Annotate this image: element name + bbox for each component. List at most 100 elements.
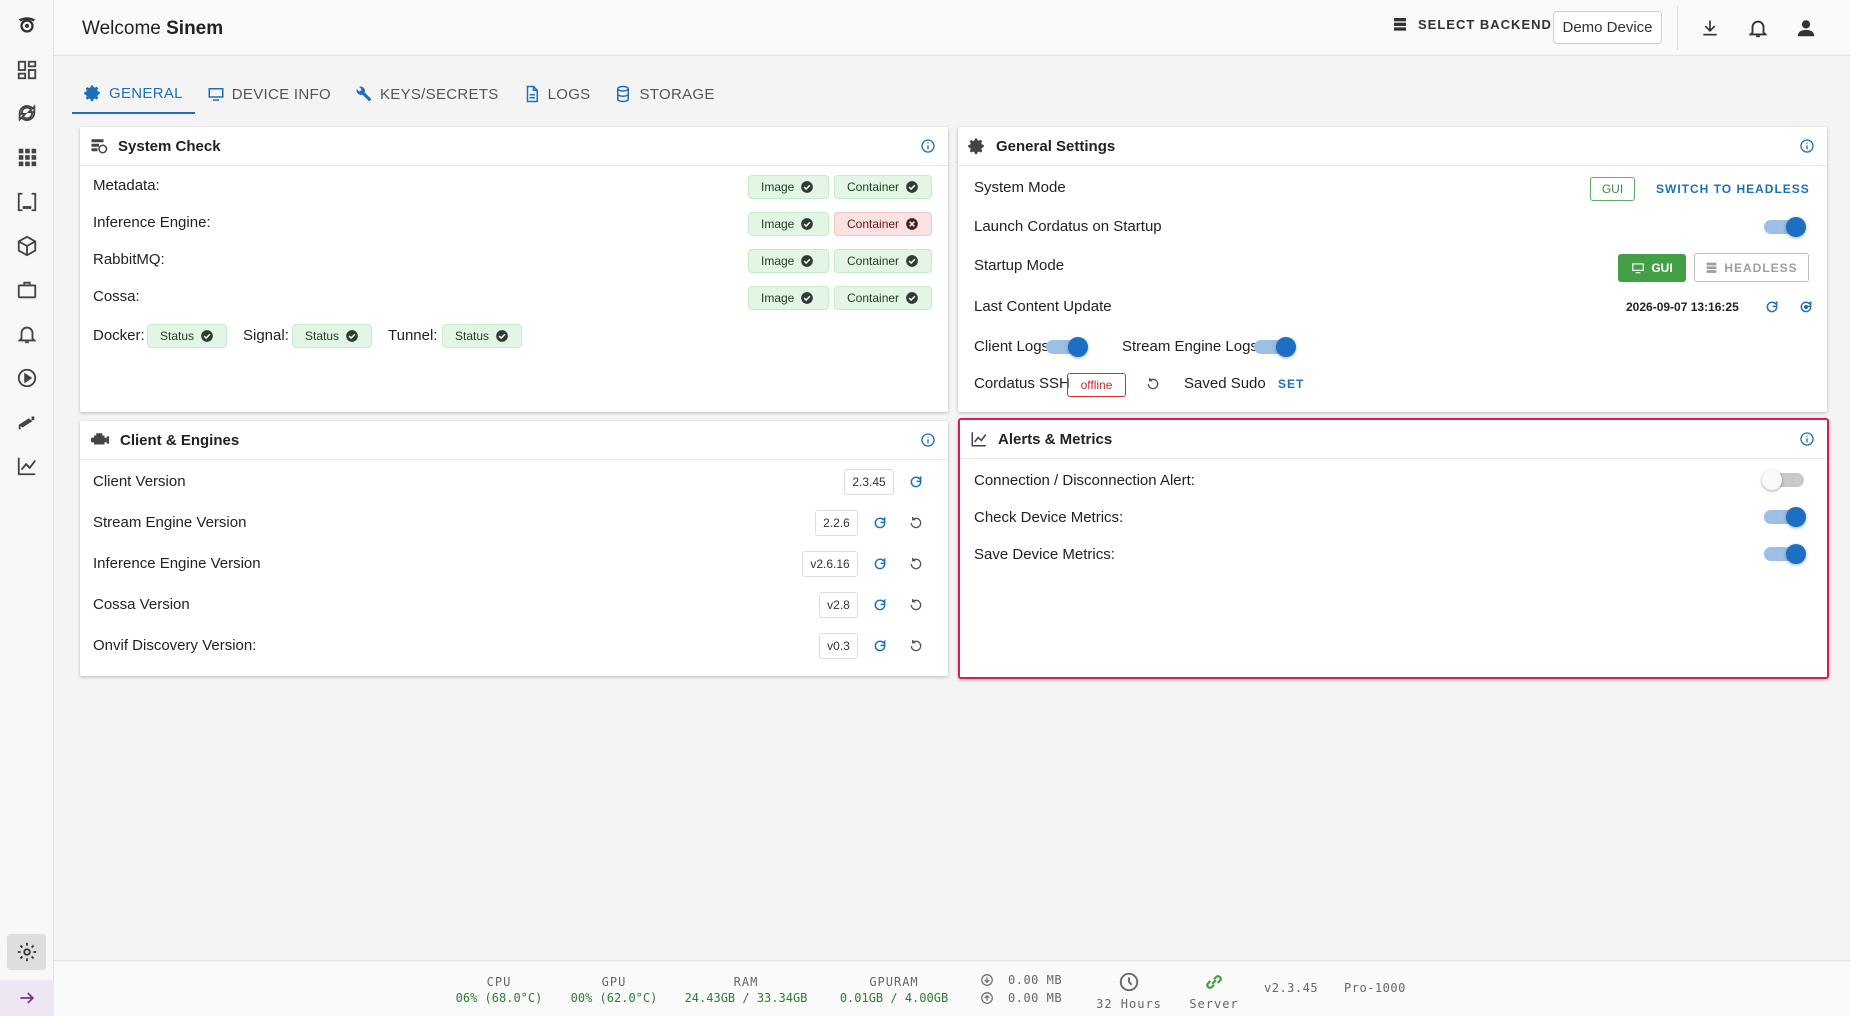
ssh-restart-button[interactable]: [1143, 374, 1163, 394]
switch-to-headless-link[interactable]: SWITCH TO HEADLESS: [1656, 182, 1810, 196]
metadata-label: Metadata:: [93, 177, 160, 194]
rabbitmq-image-chip: Image: [748, 249, 829, 273]
startup-mode-label: Startup Mode: [974, 257, 1065, 274]
upload-rate: 0.00 MB: [1008, 991, 1063, 1005]
select-backend-button[interactable]: SELECT BACKEND: [1392, 16, 1552, 32]
sync-content-button[interactable]: [1796, 297, 1816, 317]
gear-icon: [84, 85, 100, 102]
stream-engine-logs-toggle[interactable]: [1252, 337, 1296, 357]
settings-button[interactable]: [7, 934, 46, 970]
startup-headless-button[interactable]: HEADLESS: [1694, 253, 1809, 282]
check-metrics-label: Check Device Metrics:: [974, 509, 1124, 526]
user-name: Sinem: [166, 18, 224, 39]
monitor-icon: [1632, 263, 1645, 274]
docker-label: Docker:: [93, 327, 145, 344]
client-update-button[interactable]: [906, 472, 926, 492]
stream-engine-restart-button[interactable]: [906, 513, 926, 533]
refresh-icon: [874, 557, 886, 570]
bell-icon[interactable]: [14, 321, 40, 347]
saved-sudo-label: Saved Sudo: [1184, 375, 1266, 392]
restart-icon: [910, 599, 922, 611]
onvif-restart-button[interactable]: [906, 636, 926, 656]
refresh-content-button[interactable]: [1762, 297, 1782, 317]
client-logs-toggle[interactable]: [1044, 337, 1088, 357]
stream-engine-logs-label: Stream Engine Logs: [1122, 338, 1258, 355]
engine-icon: [91, 433, 109, 445]
code-brackets-icon[interactable]: [14, 189, 40, 215]
onvif-update-button[interactable]: [870, 636, 890, 656]
account-icon[interactable]: [1794, 16, 1818, 40]
app-version: v2.3.45: [1264, 981, 1319, 995]
dashboard-icon[interactable]: [14, 57, 40, 83]
cossa-version-value: v2.8: [819, 592, 858, 618]
cossa-update-button[interactable]: [870, 595, 890, 615]
check-circle-icon: [801, 292, 814, 304]
client-engines-header: Client & Engines: [80, 421, 948, 460]
cordatus-ssh-label: Cordatus SSH: [974, 375, 1070, 392]
rabbitmq-container-chip: Container: [834, 249, 932, 273]
system-mode-label: System Mode: [974, 179, 1066, 196]
tab-keys-secrets[interactable]: KEYS/SECRETS: [343, 74, 511, 114]
launch-on-startup-label: Launch Cordatus on Startup: [974, 218, 1162, 235]
restart-icon: [910, 558, 922, 570]
check-metrics-toggle[interactable]: [1762, 507, 1806, 527]
check-circle-icon: [346, 330, 358, 342]
check-circle-icon: [801, 255, 814, 267]
info-icon[interactable]: [1799, 431, 1815, 447]
inference-engine-restart-button[interactable]: [906, 554, 926, 574]
download-icon[interactable]: [1698, 16, 1722, 40]
last-content-update-value: 2026-09-07 13:16:25: [1626, 300, 1739, 314]
set-sudo-link[interactable]: SET: [1278, 377, 1304, 391]
device-select-button[interactable]: Demo Device: [1553, 11, 1662, 44]
general-settings-header: General Settings: [958, 127, 1827, 166]
sync-icon[interactable]: [14, 100, 40, 126]
restart-icon: [910, 640, 922, 652]
info-icon[interactable]: [920, 432, 936, 448]
briefcase-icon[interactable]: [14, 277, 40, 303]
launch-on-startup-toggle[interactable]: [1762, 217, 1806, 237]
refresh-icon: [874, 516, 886, 529]
stream-engine-update-button[interactable]: [870, 513, 890, 533]
upload-arrow-icon: [981, 992, 993, 1004]
cube-icon[interactable]: [14, 233, 40, 259]
alerts-metrics-header: Alerts & Metrics: [960, 420, 1827, 459]
save-metrics-toggle[interactable]: [1762, 544, 1806, 564]
tab-logs[interactable]: LOGS: [511, 74, 603, 114]
expand-sidebar-button[interactable]: [0, 980, 54, 1016]
apps-grid-icon[interactable]: [14, 144, 40, 170]
last-content-update-label: Last Content Update: [974, 298, 1112, 315]
cossa-restart-button[interactable]: [906, 595, 926, 615]
camera-icon[interactable]: [14, 409, 40, 435]
play-circle-icon[interactable]: [14, 365, 40, 391]
clock-icon: [1119, 972, 1139, 992]
cpu-stat: CPU 06% (68.0°C): [455, 975, 543, 1005]
rabbitmq-label: RabbitMQ:: [93, 251, 165, 268]
tab-storage[interactable]: STORAGE: [602, 74, 726, 114]
info-icon[interactable]: [920, 138, 936, 154]
tab-device-info[interactable]: DEVICE INFO: [195, 74, 343, 114]
inference-engine-version-value: v2.6.16: [802, 551, 858, 577]
ram-stat: RAM 24.43GB / 33.34GB: [684, 975, 808, 1005]
tab-general[interactable]: GENERAL: [72, 74, 195, 114]
server-icon: [1394, 18, 1406, 31]
client-version-label: Client Version: [93, 473, 186, 490]
info-icon[interactable]: [1799, 138, 1815, 154]
ssh-status-badge: offline: [1067, 373, 1126, 397]
inference-image-chip: Image: [748, 212, 829, 236]
check-circle-icon: [801, 181, 814, 193]
uptime-stat: 32 Hours: [1089, 971, 1169, 1011]
inference-engine-update-button[interactable]: [870, 554, 890, 574]
client-engines-card: Client & Engines Client Version 2.3.45 S…: [80, 421, 948, 676]
header-divider: [1677, 6, 1678, 50]
stream-engine-version-label: Stream Engine Version: [93, 514, 247, 531]
connection-alert-toggle[interactable]: [1762, 470, 1806, 490]
save-metrics-label: Save Device Metrics:: [974, 546, 1115, 563]
notifications-bell-icon[interactable]: [1746, 16, 1770, 40]
chart-line-icon[interactable]: [14, 453, 40, 479]
logo-icon[interactable]: [14, 12, 40, 38]
signal-status-chip: Status: [292, 324, 372, 348]
status-footer: CPU 06% (68.0°C) GPU 00% (62.0°C) RAM 24.43…: [54, 960, 1850, 1016]
monitor-icon: [208, 88, 224, 101]
startup-gui-button[interactable]: GUI: [1618, 254, 1686, 282]
inference-engine-version-label: Inference Engine Version: [93, 555, 261, 572]
